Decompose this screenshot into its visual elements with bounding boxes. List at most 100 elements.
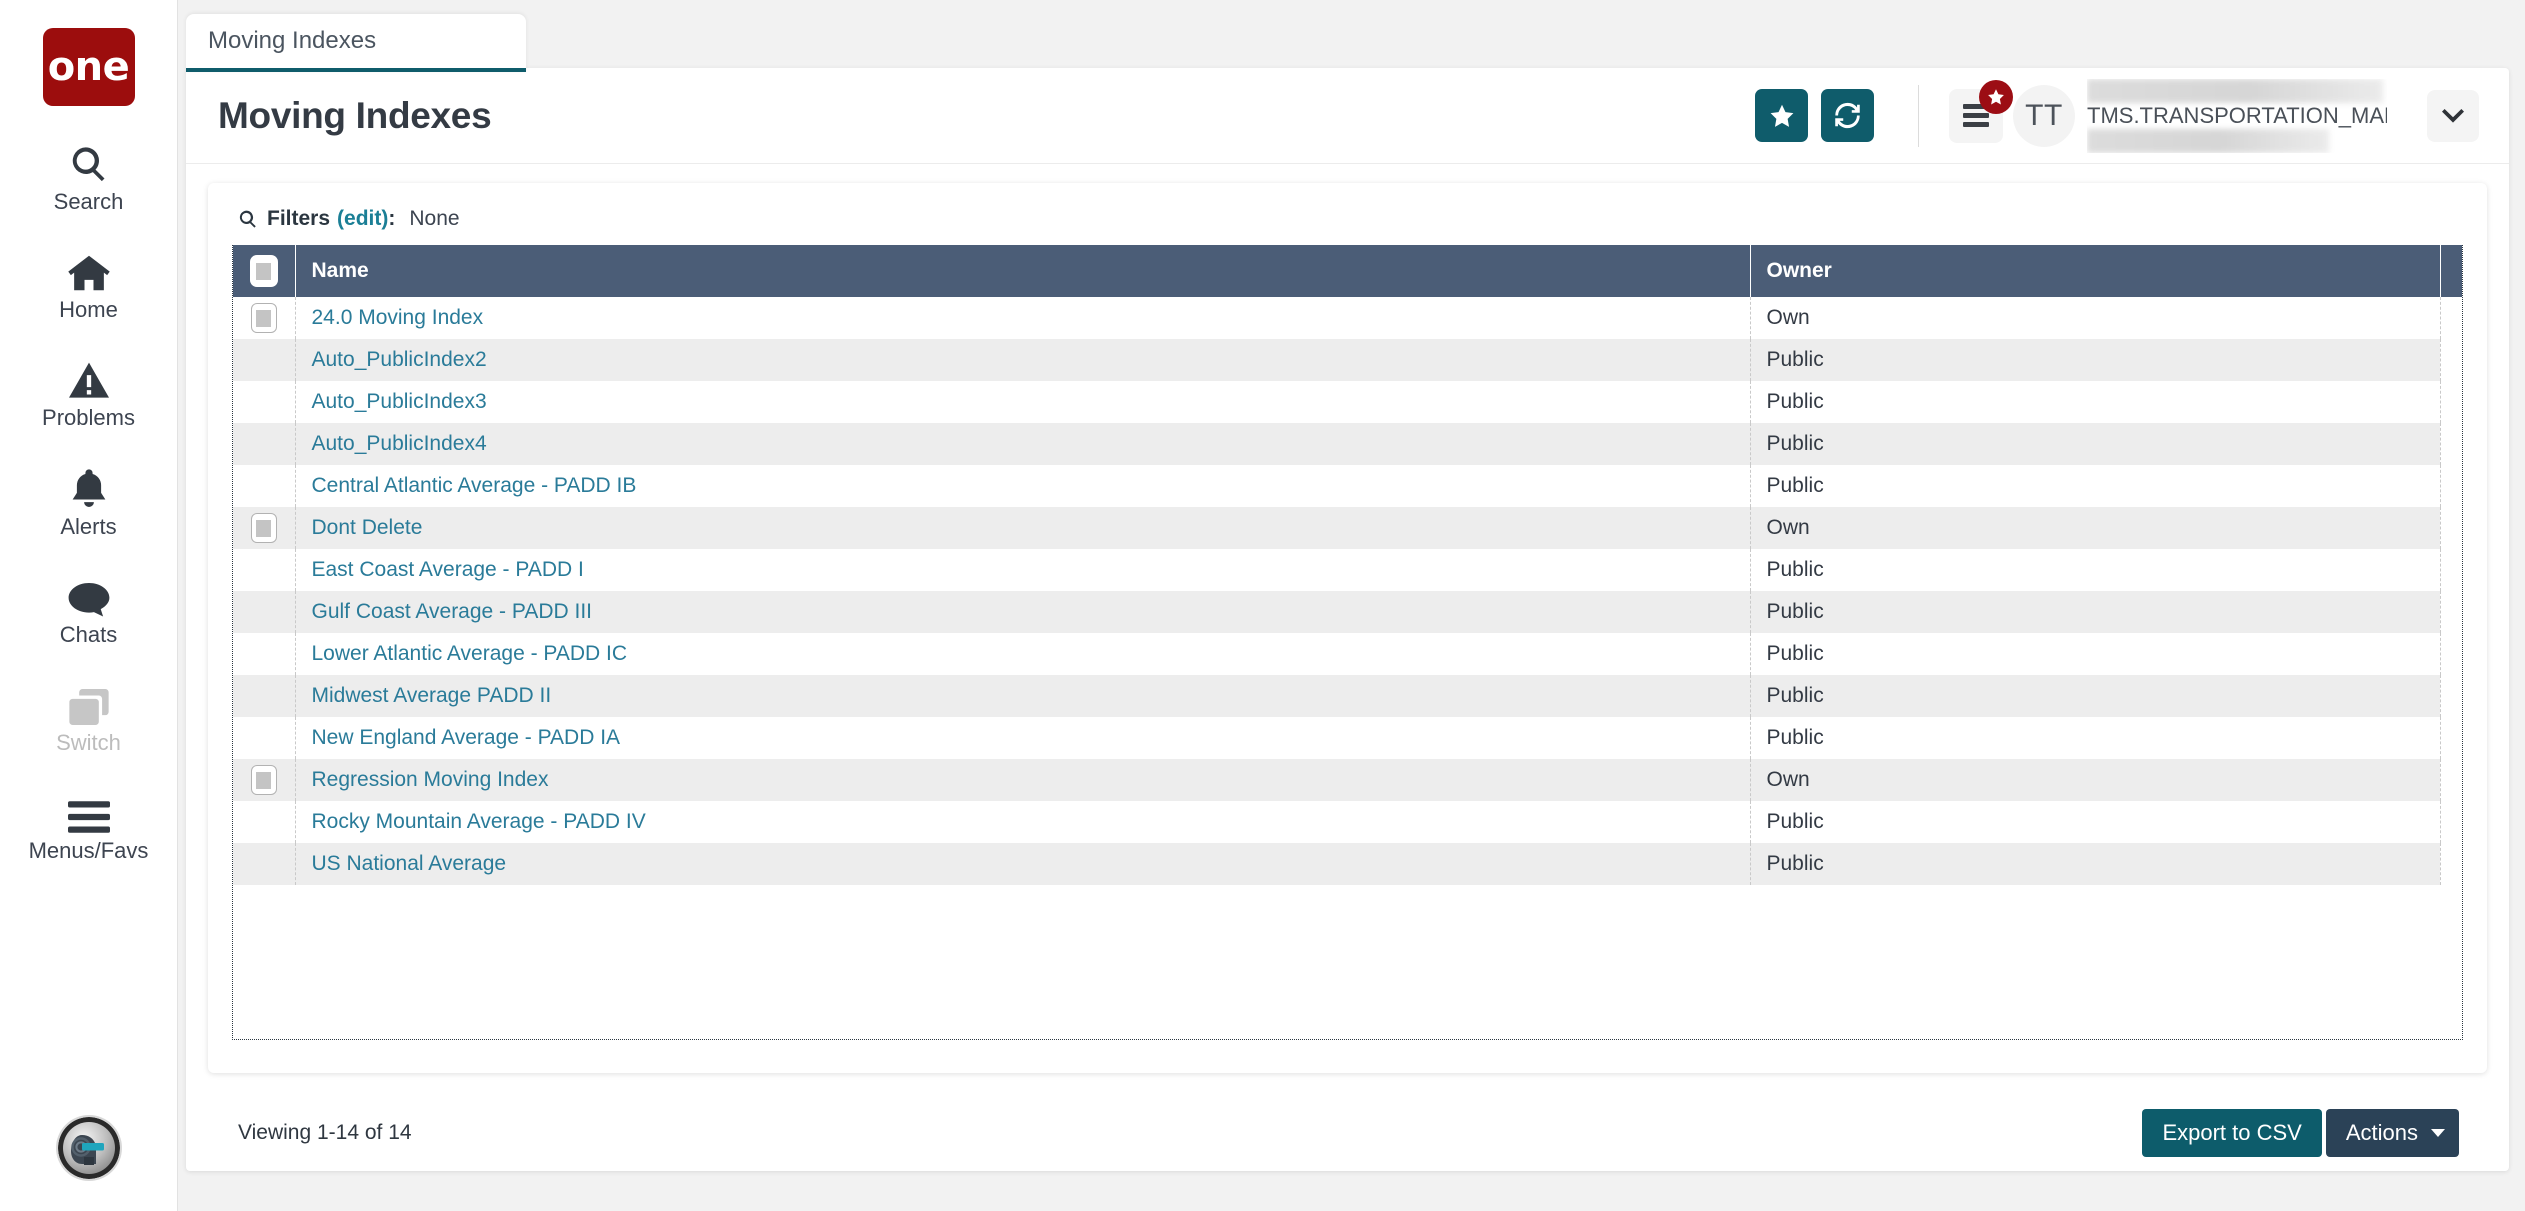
- index-name-link[interactable]: New England Average - PADD IA: [312, 726, 621, 749]
- assistant-avatar[interactable]: [57, 1117, 120, 1179]
- user-menu-button[interactable]: [2427, 89, 2479, 142]
- table-row[interactable]: Rocky Mountain Average - PADD IV Public: [233, 801, 2462, 843]
- tab-moving-indexes[interactable]: Moving Indexes: [186, 14, 526, 72]
- cell-owner: Own: [1750, 759, 2441, 801]
- sidebar-item-switch[interactable]: Switch: [0, 683, 178, 755]
- index-name-link[interactable]: Rocky Mountain Average - PADD IV: [312, 810, 646, 833]
- row-select-cell: [233, 801, 296, 843]
- column-header-owner[interactable]: Owner: [1750, 245, 2441, 297]
- cell-name: Rocky Mountain Average - PADD IV: [295, 801, 1751, 843]
- index-name-link[interactable]: Gulf Coast Average - PADD III: [312, 600, 593, 623]
- switch-icon: [68, 683, 109, 725]
- select-all-checkbox[interactable]: [249, 255, 278, 287]
- index-name-link[interactable]: Auto_PublicIndex4: [312, 432, 487, 455]
- filters-edit-link[interactable]: (edit): [337, 207, 388, 231]
- index-name-link[interactable]: Central Atlantic Average - PADD IB: [312, 474, 637, 497]
- column-header-tail: [2440, 245, 2462, 297]
- sidebar-item-label: Menus/Favs: [28, 838, 149, 864]
- sidebar-item-label: Problems: [42, 405, 135, 431]
- cell-owner: Public: [1750, 549, 2441, 591]
- avatar-initials: TT: [2025, 98, 2063, 132]
- favorite-button[interactable]: [1755, 89, 1808, 142]
- cell-name: East Coast Average - PADD I: [295, 549, 1751, 591]
- row-select-cell: [233, 675, 296, 717]
- table-row[interactable]: Midwest Average PADD II Public: [233, 675, 2462, 717]
- table-row[interactable]: Auto_PublicIndex4 Public: [233, 423, 2462, 465]
- sidebar-item-label: Search: [53, 189, 124, 214]
- sidebar-item-menus-favs[interactable]: Menus/Favs: [0, 791, 178, 863]
- table-row[interactable]: East Coast Average - PADD I Public: [233, 549, 2462, 591]
- app-root: one Search Home Problems Alerts Chats Sw…: [0, 0, 2525, 1211]
- cell-owner: Public: [1750, 801, 2441, 843]
- export-to-csv-button[interactable]: Export to CSV: [2142, 1109, 2322, 1157]
- table-row[interactable]: 24.0 Moving Index Own: [233, 297, 2462, 339]
- moving-indexes-table: Name Owner 24.0 Moving Index Own Auto_Publ…: [233, 245, 2462, 885]
- tab-label: Moving Indexes: [208, 27, 377, 54]
- row-checkbox[interactable]: [250, 765, 277, 796]
- index-name-link[interactable]: Auto_PublicIndex3: [312, 390, 487, 413]
- cell-owner: Own: [1750, 297, 2441, 339]
- logo-text: one: [47, 44, 130, 90]
- cell-name: Auto_PublicIndex3: [295, 381, 1751, 423]
- chevron-down-icon: [2442, 108, 2464, 123]
- refresh-button[interactable]: [1821, 89, 1874, 142]
- cell-owner: Public: [1750, 465, 2441, 507]
- user-name: TMS.TRANSPORTATION_MANAGER: [2087, 102, 2387, 128]
- table-row[interactable]: New England Average - PADD IA Public: [233, 717, 2462, 759]
- export-to-csv-label: Export to CSV: [2162, 1120, 2302, 1145]
- grid-footer: Viewing 1-14 of 14 Export to CSV Actions: [208, 1085, 2487, 1181]
- table-row[interactable]: Gulf Coast Average - PADD III Public: [233, 591, 2462, 633]
- index-name-link[interactable]: Regression Moving Index: [312, 768, 549, 791]
- cell-tail: [2440, 633, 2462, 675]
- table-row[interactable]: Central Atlantic Average - PADD IB Public: [233, 465, 2462, 507]
- column-header-name[interactable]: Name: [295, 245, 1751, 297]
- row-select-cell: [233, 717, 296, 759]
- index-name-link[interactable]: US National Average: [312, 852, 507, 875]
- cell-tail: [2440, 591, 2462, 633]
- page-title: Moving Indexes: [218, 94, 492, 136]
- row-checkbox[interactable]: [250, 303, 277, 334]
- index-name-link[interactable]: Auto_PublicIndex2: [312, 348, 487, 371]
- row-checkbox[interactable]: [250, 513, 277, 544]
- actions-label: Actions: [2345, 1120, 2418, 1145]
- table-row[interactable]: Auto_PublicIndex3 Public: [233, 381, 2462, 423]
- cell-owner: Own: [1750, 507, 2441, 549]
- one-network-logo[interactable]: one: [42, 28, 135, 106]
- sidebar-item-chats[interactable]: Chats: [0, 575, 178, 647]
- refresh-icon: [1834, 102, 1861, 129]
- page-header: Moving Indexes TT TMS.TRANSPORTATION_MA: [186, 68, 2509, 164]
- sidebar-item-search[interactable]: Search: [0, 142, 178, 214]
- cell-owner: Public: [1750, 675, 2441, 717]
- row-select-cell[interactable]: [233, 297, 296, 339]
- index-name-link[interactable]: East Coast Average - PADD I: [312, 558, 584, 581]
- menu-button-wrapper: [1949, 79, 2013, 143]
- index-name-link[interactable]: Lower Atlantic Average - PADD IC: [312, 642, 628, 665]
- user-info-block: TMS.TRANSPORTATION_MANAGER: [2087, 78, 2387, 153]
- table-row[interactable]: Dont Delete Own: [233, 507, 2462, 549]
- actions-button[interactable]: Actions: [2325, 1109, 2459, 1157]
- cell-owner: Public: [1750, 339, 2441, 381]
- redacted-bar-top: [2087, 78, 2383, 103]
- row-select-cell: [233, 633, 296, 675]
- cell-tail: [2440, 759, 2462, 801]
- index-name-link[interactable]: 24.0 Moving Index: [312, 306, 484, 329]
- sidebar-item-problems[interactable]: Problems: [0, 358, 178, 430]
- bell-icon: [71, 467, 107, 509]
- filters-value: None: [409, 207, 460, 230]
- cell-name: Regression Moving Index: [295, 759, 1751, 801]
- row-select-cell[interactable]: [233, 507, 296, 549]
- table-row[interactable]: US National Average Public: [233, 843, 2462, 885]
- index-name-link[interactable]: Dont Delete: [312, 516, 423, 539]
- table-row[interactable]: Auto_PublicIndex2 Public: [233, 339, 2462, 381]
- table-header-row: Name Owner: [233, 245, 2462, 297]
- table-row[interactable]: Lower Atlantic Average - PADD IC Public: [233, 633, 2462, 675]
- table-row[interactable]: Regression Moving Index Own: [233, 759, 2462, 801]
- cell-name: Auto_PublicIndex4: [295, 423, 1751, 465]
- sidebar-item-home[interactable]: Home: [0, 250, 178, 322]
- grid-wrapper: Name Owner 24.0 Moving Index Own Auto_Publ…: [232, 245, 2463, 1040]
- row-select-cell[interactable]: [233, 759, 296, 801]
- home-icon: [67, 250, 110, 292]
- avatar[interactable]: TT: [2013, 84, 2075, 147]
- index-name-link[interactable]: Midwest Average PADD II: [312, 684, 552, 707]
- sidebar-item-alerts[interactable]: Alerts: [0, 467, 178, 539]
